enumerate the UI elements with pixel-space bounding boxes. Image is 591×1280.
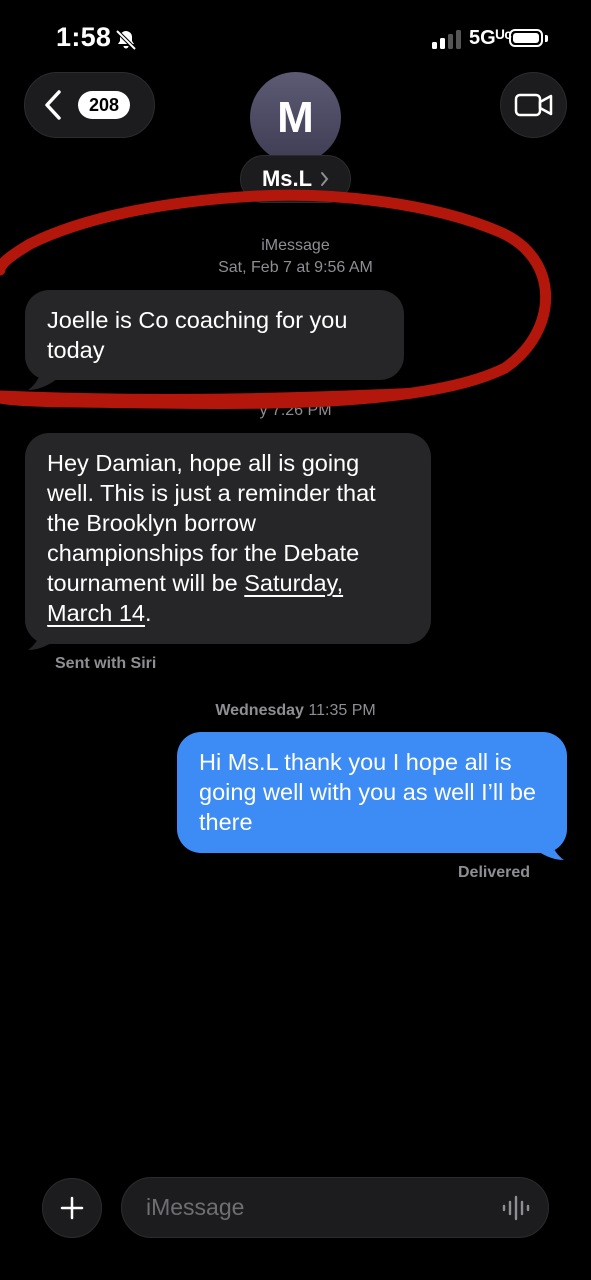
siri-note: Sent with Siri (55, 655, 157, 672)
message-text: Hi Ms.L thank you I hope all is going we… (199, 749, 536, 835)
timestamp-day: Wednesday (215, 702, 304, 719)
message-text: Joelle is Co coaching for you today (47, 307, 348, 363)
chevron-left-icon[interactable] (42, 89, 64, 121)
battery-cap (545, 35, 548, 42)
timestamp: Wednesday 11:35 PM (0, 702, 591, 720)
timestamp-time: at 9:56 AM (296, 259, 373, 276)
service-label: iMessage (261, 237, 330, 254)
contact-name: Ms.L (261, 166, 313, 191)
facetime-video-button[interactable] (500, 72, 567, 138)
timestamp-partial: y 7:26 PM (259, 402, 332, 419)
chevron-right-icon (321, 172, 329, 186)
video-camera-icon (514, 93, 552, 117)
timestamp-day: Sat, Feb 7 (218, 259, 292, 276)
message-input[interactable] (121, 1177, 549, 1238)
message-bubble-outgoing[interactable]: Hi Ms.L thank you I hope all is going we… (177, 732, 567, 853)
avatar[interactable]: M (250, 72, 341, 163)
message-bubble-incoming[interactable]: Joelle is Co coaching for you today (25, 290, 404, 380)
contact-name-button[interactable]: Ms.L (240, 155, 351, 203)
timestamp: Sat, Feb 7 at 9:56 AM (0, 259, 591, 277)
network-type: 5Gᵁᶜ (469, 27, 512, 49)
add-attachment-button[interactable] (42, 1178, 102, 1238)
message-text-end: . (144, 600, 152, 626)
bell-slash-icon (115, 29, 137, 51)
message-bubble-incoming[interactable]: Hey Damian, hope all is going well. This… (25, 433, 431, 644)
battery-icon (509, 29, 543, 47)
plus-icon (60, 1196, 84, 1220)
timestamp-time: 11:35 PM (308, 702, 376, 719)
signal-icon (432, 29, 461, 49)
waveform-icon[interactable] (501, 1195, 531, 1221)
status-time: 1:58 (56, 22, 112, 52)
delivery-status: Delivered (458, 864, 531, 881)
unread-badge[interactable]: 208 (78, 91, 130, 119)
